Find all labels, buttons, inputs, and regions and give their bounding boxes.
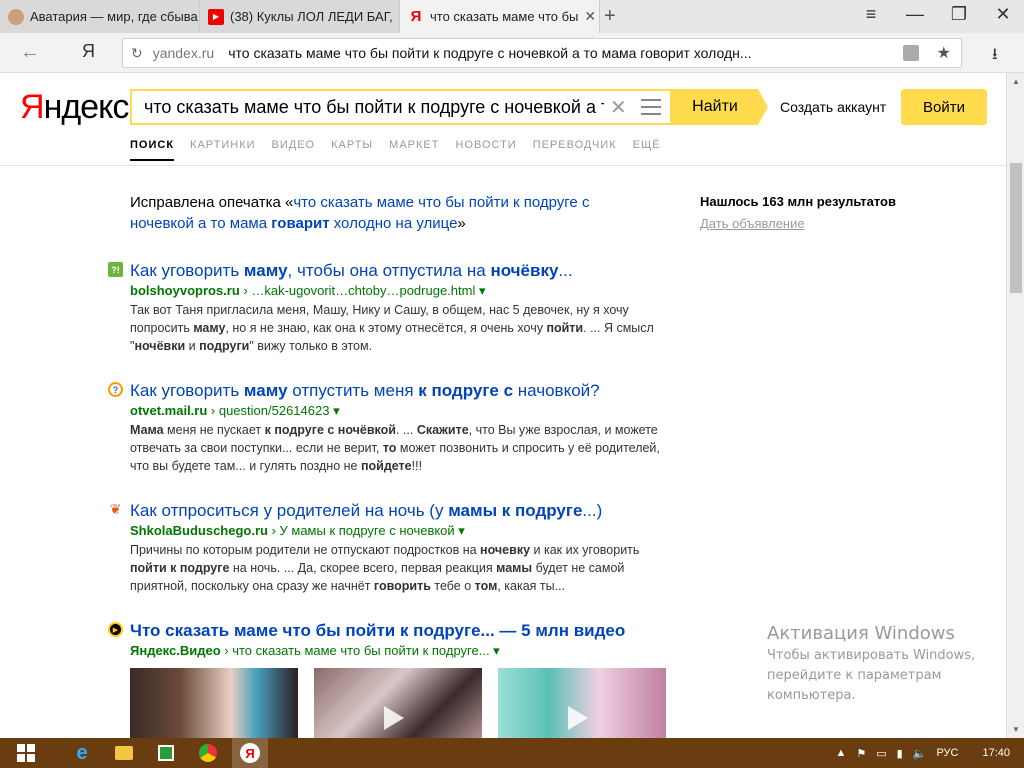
result-title-link[interactable]: Как уговорить маму, чтобы она отпустила … bbox=[130, 260, 670, 282]
search-result: ? Как уговорить маму отпустить меня к по… bbox=[108, 380, 670, 475]
tab-title: Аватария — мир, где сбыва bbox=[30, 9, 198, 24]
yandex-logo[interactable]: Яндекс bbox=[20, 88, 129, 127]
url-domain: yandex.ru bbox=[152, 45, 215, 61]
browser-tab-bar: Аватария — мир, где сбыва ▶ (38) Куклы Л… bbox=[0, 0, 1024, 33]
result-title-link[interactable]: Как отпроситься у родителей на ночь (у м… bbox=[130, 500, 670, 522]
tab-more[interactable]: ЕЩЁ bbox=[633, 139, 661, 161]
video-thumbnail[interactable] bbox=[314, 668, 482, 738]
tab-translate[interactable]: ПЕРЕВОДЧИК bbox=[533, 139, 617, 161]
tab-images[interactable]: КАРТИНКИ bbox=[190, 139, 255, 161]
network-icon[interactable]: ▮ bbox=[897, 747, 903, 760]
language-indicator[interactable]: РУС bbox=[936, 747, 958, 759]
result-snippet: Причины по которым родители не отпускают… bbox=[130, 543, 640, 593]
tab-maps[interactable]: КАРТЫ bbox=[331, 139, 373, 161]
tab-search[interactable]: ПОИСК bbox=[130, 139, 175, 161]
answers-mail-icon: ? bbox=[108, 382, 123, 397]
video-thumbnail[interactable] bbox=[498, 668, 666, 738]
activation-body: Чтобы активировать Windows, перейдите к … bbox=[767, 648, 976, 703]
lock-icon[interactable] bbox=[902, 45, 919, 61]
search-result: ?! Как уговорить маму, чтобы она отпусти… bbox=[108, 260, 670, 355]
system-tray: ▲ ⚑ ▭ ▮ 🔈 РУС 17:40 bbox=[836, 738, 1011, 768]
scroll-up-icon[interactable]: ▲ bbox=[1012, 77, 1020, 86]
video-play-icon: ▶ bbox=[108, 622, 123, 637]
result-url[interactable]: bolshoyvopros.ru › …kak-ugovorit…chtoby…… bbox=[130, 282, 670, 300]
tab-title: что сказать маме что бы bbox=[430, 9, 579, 24]
volume-icon[interactable]: 🔈 bbox=[913, 747, 927, 760]
windows-start-icon[interactable] bbox=[8, 738, 44, 768]
result-snippet: Мама меня не пускает к подруге с ночёвко… bbox=[130, 423, 660, 473]
reload-icon[interactable]: ↻ bbox=[131, 45, 143, 62]
search-input[interactable]: что сказать маме что бы пойти к подруге … bbox=[130, 89, 672, 125]
login-button[interactable]: Войти bbox=[901, 89, 987, 125]
scroll-down-icon[interactable]: ▼ bbox=[1012, 725, 1020, 734]
create-account-link[interactable]: Создать аккаунт bbox=[780, 99, 886, 115]
leaf-icon: ❦ bbox=[109, 501, 122, 517]
back-arrow-icon[interactable]: ← bbox=[20, 41, 40, 64]
tab-title: (38) Куклы ЛОЛ ЛЕДИ БАГ, bbox=[230, 9, 393, 24]
browser-tab-yandex[interactable]: Я что сказать маме что бы ✕ bbox=[400, 0, 600, 33]
result-url[interactable]: Яндекс.Видео › что сказать маме что бы п… bbox=[130, 642, 670, 660]
bookmark-star-icon[interactable]: ★ bbox=[937, 43, 951, 63]
restore-icon[interactable]: ❐ bbox=[944, 4, 974, 25]
result-url[interactable]: otvet.mail.ru › question/52614623 ▾ bbox=[130, 402, 670, 420]
results-count: Нашлось 163 млн результатов bbox=[700, 194, 896, 209]
download-icon[interactable]: ⭳ bbox=[992, 43, 998, 70]
flag-icon[interactable]: ⚑ bbox=[856, 747, 866, 760]
activation-title: Активация Windows bbox=[767, 623, 955, 644]
display-icon[interactable]: ▭ bbox=[876, 747, 886, 760]
url-path: что сказать маме что бы пойти к подруге … bbox=[228, 45, 752, 61]
scroll-thumb[interactable] bbox=[1010, 163, 1022, 293]
tab-news[interactable]: НОВОСТИ bbox=[455, 139, 516, 161]
question-badge-icon: ?! bbox=[108, 262, 123, 277]
yandex-browser-taskbar-icon[interactable]: Я bbox=[232, 738, 268, 768]
scrollbar[interactable]: ▲ ▼ bbox=[1006, 73, 1024, 738]
browser-tab-avataria[interactable]: Аватария — мир, где сбыва bbox=[0, 0, 200, 33]
misspell-notice: Исправлена опечатка «что сказать маме чт… bbox=[130, 194, 590, 232]
search-button[interactable]: Найти bbox=[672, 89, 768, 125]
youtube-icon: ▶ bbox=[208, 8, 224, 25]
play-icon bbox=[568, 706, 588, 730]
address-bar: ← Я ↻ yandex.ru что сказать маме что бы … bbox=[0, 33, 1024, 73]
search-result: ❦ Как отпроситься у родителей на ночь (у… bbox=[110, 500, 670, 595]
menu-icon[interactable]: ≡ bbox=[856, 4, 886, 25]
search-nav-tabs: ПОИСК КАРТИНКИ ВИДЕО КАРТЫ МАРКЕТ НОВОСТ… bbox=[130, 139, 661, 161]
close-tab-icon[interactable]: ✕ bbox=[578, 8, 596, 25]
yandex-icon: Я bbox=[410, 8, 422, 25]
internet-explorer-icon[interactable]: e bbox=[64, 738, 100, 768]
search-query-text[interactable]: что сказать маме что бы пойти к подруге … bbox=[132, 97, 604, 118]
result-url[interactable]: ShkolaBuduschego.ru › У мамы к подруге с… bbox=[130, 522, 670, 540]
chrome-icon[interactable] bbox=[190, 738, 226, 768]
new-tab-button[interactable]: + bbox=[604, 5, 616, 28]
nav-divider bbox=[0, 165, 1006, 166]
yandex-browser-icon[interactable]: Я bbox=[82, 41, 95, 62]
clear-search-icon[interactable]: ✕ bbox=[610, 95, 627, 120]
clock[interactable]: 17:40 bbox=[982, 747, 1010, 759]
video-thumbnails bbox=[130, 668, 666, 738]
tray-expand-icon[interactable]: ▲ bbox=[836, 747, 847, 759]
windows-activation-watermark: Активация Windows Чтобы активировать Win… bbox=[767, 623, 1007, 706]
filters-icon[interactable] bbox=[640, 99, 661, 115]
video-result: ▶ Что сказать маме что бы пойти к подруг… bbox=[108, 620, 670, 660]
play-icon bbox=[384, 706, 404, 730]
close-window-icon[interactable]: ✕ bbox=[988, 4, 1018, 25]
tab-market[interactable]: МАРКЕТ bbox=[389, 139, 439, 161]
browser-tab-youtube[interactable]: ▶ (38) Куклы ЛОЛ ЛЕДИ БАГ, bbox=[200, 0, 400, 33]
store-icon[interactable] bbox=[148, 738, 184, 768]
taskbar: e Я ▲ ⚑ ▭ ▮ 🔈 РУС 17:40 bbox=[0, 738, 1024, 768]
file-explorer-icon[interactable] bbox=[106, 738, 142, 768]
avatar-icon bbox=[8, 8, 24, 25]
result-title-link[interactable]: Как уговорить маму отпустить меня к подр… bbox=[130, 380, 670, 402]
video-thumbnail[interactable] bbox=[130, 668, 298, 738]
result-snippet: Так вот Таня пригласила меня, Машу, Нику… bbox=[130, 303, 654, 353]
url-field[interactable]: ↻ yandex.ru что сказать маме что бы пойт… bbox=[122, 38, 962, 68]
minimize-icon[interactable]: — bbox=[900, 4, 930, 25]
advertise-link[interactable]: Дать объявление bbox=[700, 216, 805, 231]
tab-video[interactable]: ВИДЕО bbox=[272, 139, 316, 161]
result-title-link[interactable]: Что сказать маме что бы пойти к подруге.… bbox=[130, 620, 670, 642]
